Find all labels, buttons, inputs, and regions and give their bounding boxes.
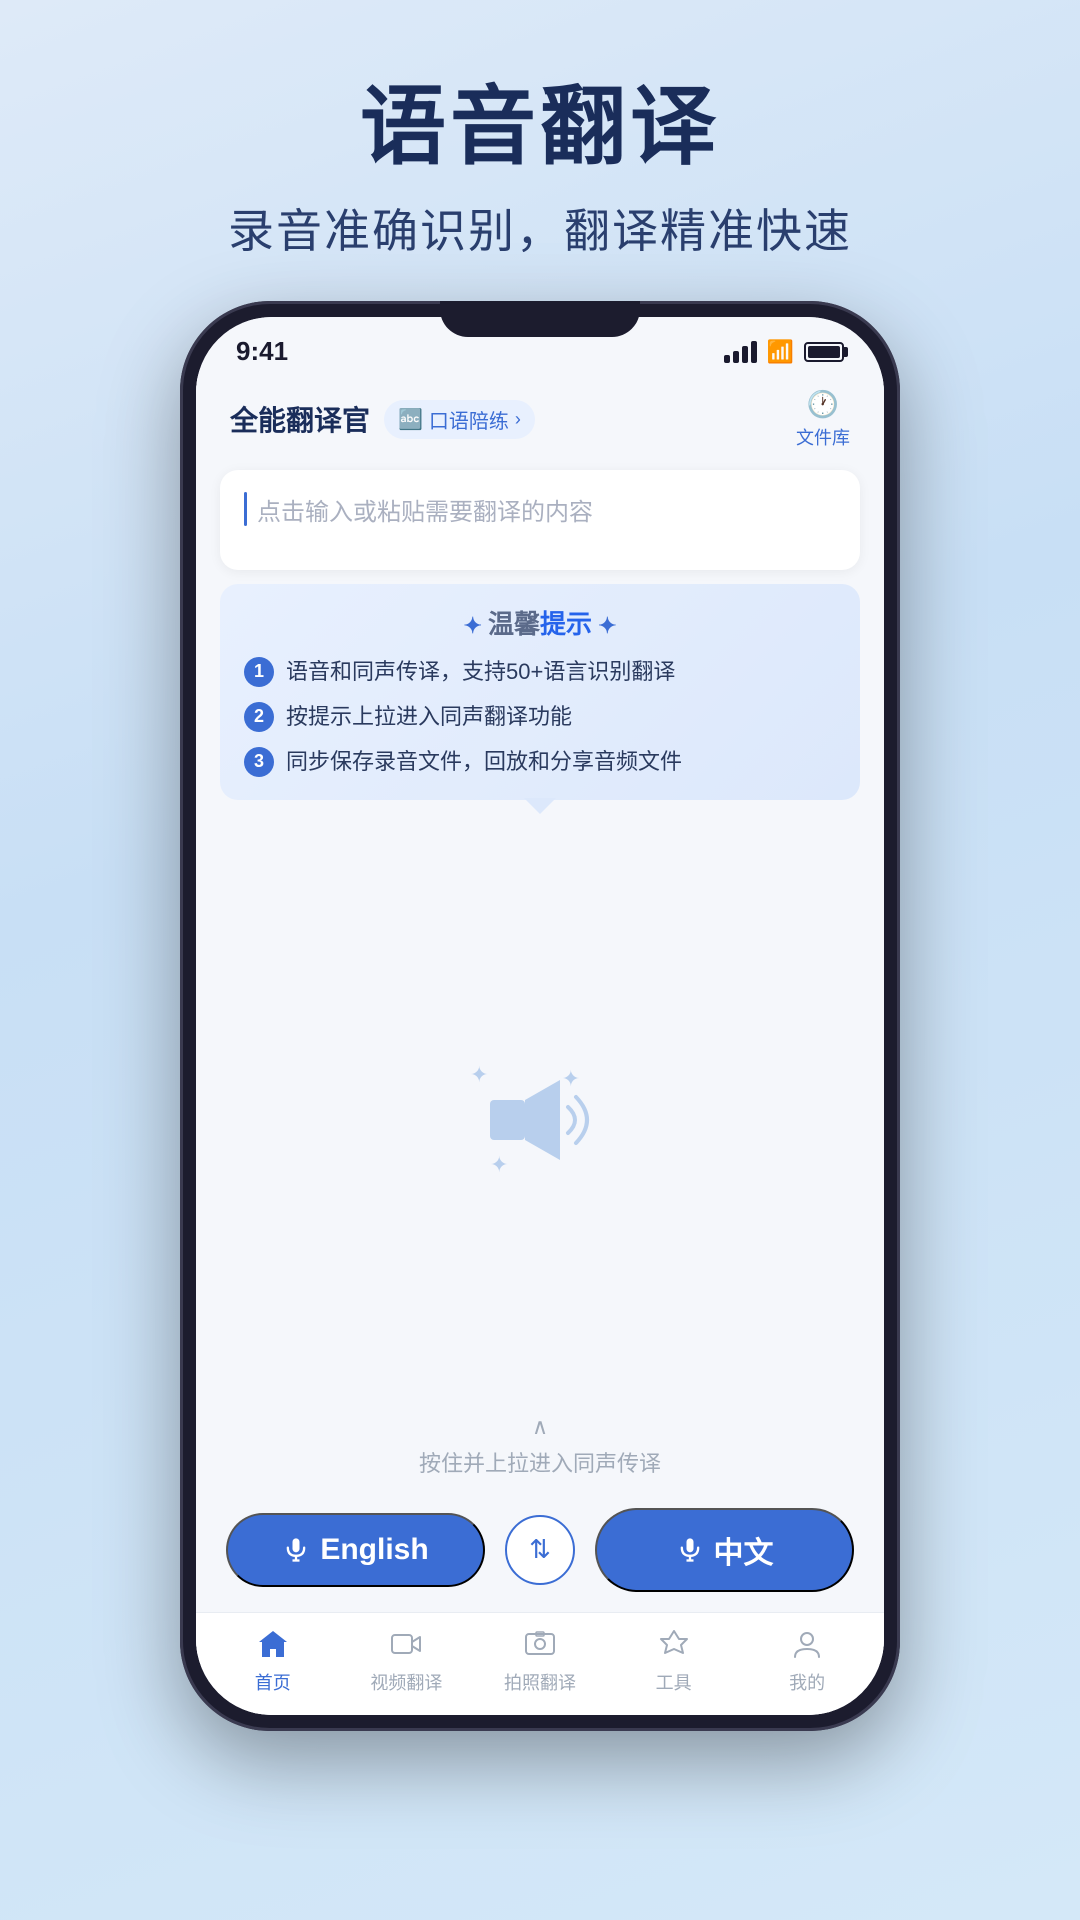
file-lib-button[interactable]: 🕐 文件库 bbox=[796, 389, 850, 450]
battery-icon bbox=[804, 342, 844, 362]
sparkle-icon-2: ✦ bbox=[562, 1066, 580, 1092]
speaker-icon: ✦ ✦ ✦ bbox=[480, 1070, 600, 1170]
home-icon bbox=[254, 1625, 292, 1663]
input-cursor bbox=[244, 492, 247, 526]
photo-translate-icon bbox=[521, 1625, 559, 1663]
tab-tools-label: 工具 bbox=[656, 1669, 692, 1695]
app-nav: 全能翻译官 🔤 口语陪练 › 🕐 文件库 bbox=[196, 373, 884, 460]
nav-badge[interactable]: 🔤 口语陪练 › bbox=[384, 400, 535, 439]
sparkle-icon-1: ✦ bbox=[470, 1062, 488, 1088]
input-placeholder: 点击输入或粘贴需要翻译的内容 bbox=[244, 492, 836, 527]
status-icons: 📶 bbox=[724, 339, 844, 365]
tab-video-translate[interactable]: 视频翻译 bbox=[340, 1625, 474, 1695]
app-nav-left: 全能翻译官 🔤 口语陪练 › bbox=[230, 399, 535, 439]
tips-star-left: ✦ bbox=[463, 613, 488, 638]
tab-video-label: 视频翻译 bbox=[370, 1669, 442, 1695]
swap-icon: ⇅ bbox=[529, 1534, 551, 1565]
phone-mockup: 9:41 📶 全能翻译官 bbox=[180, 301, 900, 1731]
nav-badge-label: 口语陪练 bbox=[429, 405, 509, 434]
input-placeholder-text: 点击输入或粘贴需要翻译的内容 bbox=[257, 492, 593, 527]
sync-hint: ∧ 按住并上拉进入同声传译 bbox=[196, 1414, 884, 1492]
tips-num-3: 3 bbox=[244, 747, 274, 777]
input-area[interactable]: 点击输入或粘贴需要翻译的内容 bbox=[220, 470, 860, 570]
sync-hint-text: 按住并上拉进入同声传译 bbox=[419, 1451, 661, 1476]
swap-button[interactable]: ⇅ bbox=[505, 1515, 575, 1585]
app-name: 全能翻译官 bbox=[230, 399, 370, 439]
english-button-label: English bbox=[320, 1533, 428, 1567]
tab-my-label: 我的 bbox=[789, 1669, 825, 1695]
tips-hint-text: 提示 bbox=[540, 609, 592, 639]
tips-title-text: ✦ 温馨提示 ✦ bbox=[463, 609, 616, 639]
chinese-button[interactable]: 中文 bbox=[595, 1508, 854, 1592]
chinese-button-label: 中文 bbox=[714, 1528, 774, 1572]
english-button[interactable]: English bbox=[226, 1513, 485, 1587]
page-header: 语音翻译 录音准确识别，翻译精准快速 bbox=[228, 80, 852, 261]
file-lib-icon: 🕐 bbox=[807, 389, 839, 420]
tips-card: ✦ 温馨提示 ✦ 1 语音和同声传译，支持50+语言识别翻译 2 按提示上拉进入… bbox=[220, 584, 860, 800]
tips-item-3: 3 同步保存录音文件，回放和分享音频文件 bbox=[244, 745, 836, 778]
tab-bar: 首页 视频翻译 bbox=[196, 1612, 884, 1715]
tips-num-2: 2 bbox=[244, 702, 274, 732]
translate-icon: 🔤 bbox=[398, 407, 423, 432]
mic-icon-english bbox=[282, 1536, 310, 1564]
mic-icon-chinese bbox=[676, 1536, 704, 1564]
tips-star-right: ✦ bbox=[592, 613, 617, 638]
tab-my[interactable]: 我的 bbox=[740, 1625, 874, 1695]
tips-item-2: 2 按提示上拉进入同声翻译功能 bbox=[244, 700, 836, 733]
file-lib-label: 文件库 bbox=[796, 424, 850, 450]
tab-home-label: 首页 bbox=[255, 1669, 291, 1695]
tips-warm-text: 温馨 bbox=[488, 609, 540, 639]
tips-num-1: 1 bbox=[244, 657, 274, 687]
tab-tools[interactable]: 工具 bbox=[607, 1625, 741, 1695]
video-translate-icon bbox=[387, 1625, 425, 1663]
tips-item-text-2: 按提示上拉进入同声翻译功能 bbox=[286, 700, 572, 733]
tips-item-1: 1 语音和同声传译，支持50+语言识别翻译 bbox=[244, 655, 836, 688]
phone-notch bbox=[440, 301, 640, 337]
tips-title: ✦ 温馨提示 ✦ bbox=[244, 604, 836, 641]
phone-frame: 9:41 📶 全能翻译官 bbox=[180, 301, 900, 1731]
tab-home[interactable]: 首页 bbox=[206, 1625, 340, 1695]
signal-icon bbox=[724, 341, 757, 363]
tips-item-text-3: 同步保存录音文件，回放和分享音频文件 bbox=[286, 745, 682, 778]
bottom-buttons: English ⇅ 中文 bbox=[196, 1492, 884, 1612]
speaker-area: ✦ ✦ ✦ bbox=[196, 816, 884, 1414]
tools-icon bbox=[655, 1625, 693, 1663]
nav-badge-arrow: › bbox=[515, 409, 521, 430]
sparkle-icon-3: ✦ bbox=[490, 1152, 508, 1178]
page-title: 语音翻译 bbox=[228, 80, 852, 175]
status-time: 9:41 bbox=[236, 336, 288, 367]
wifi-icon: 📶 bbox=[767, 339, 794, 365]
tips-item-text-1: 语音和同声传译，支持50+语言识别翻译 bbox=[286, 655, 675, 688]
tab-photo-label: 拍照翻译 bbox=[504, 1669, 576, 1695]
tab-photo-translate[interactable]: 拍照翻译 bbox=[473, 1625, 607, 1695]
my-icon bbox=[788, 1625, 826, 1663]
page-subtitle: 录音准确识别，翻译精准快速 bbox=[228, 195, 852, 261]
app-content: 全能翻译官 🔤 口语陪练 › 🕐 文件库 bbox=[196, 373, 884, 1715]
sync-arrow-icon: ∧ bbox=[196, 1414, 884, 1440]
phone-screen: 9:41 📶 全能翻译官 bbox=[196, 317, 884, 1715]
